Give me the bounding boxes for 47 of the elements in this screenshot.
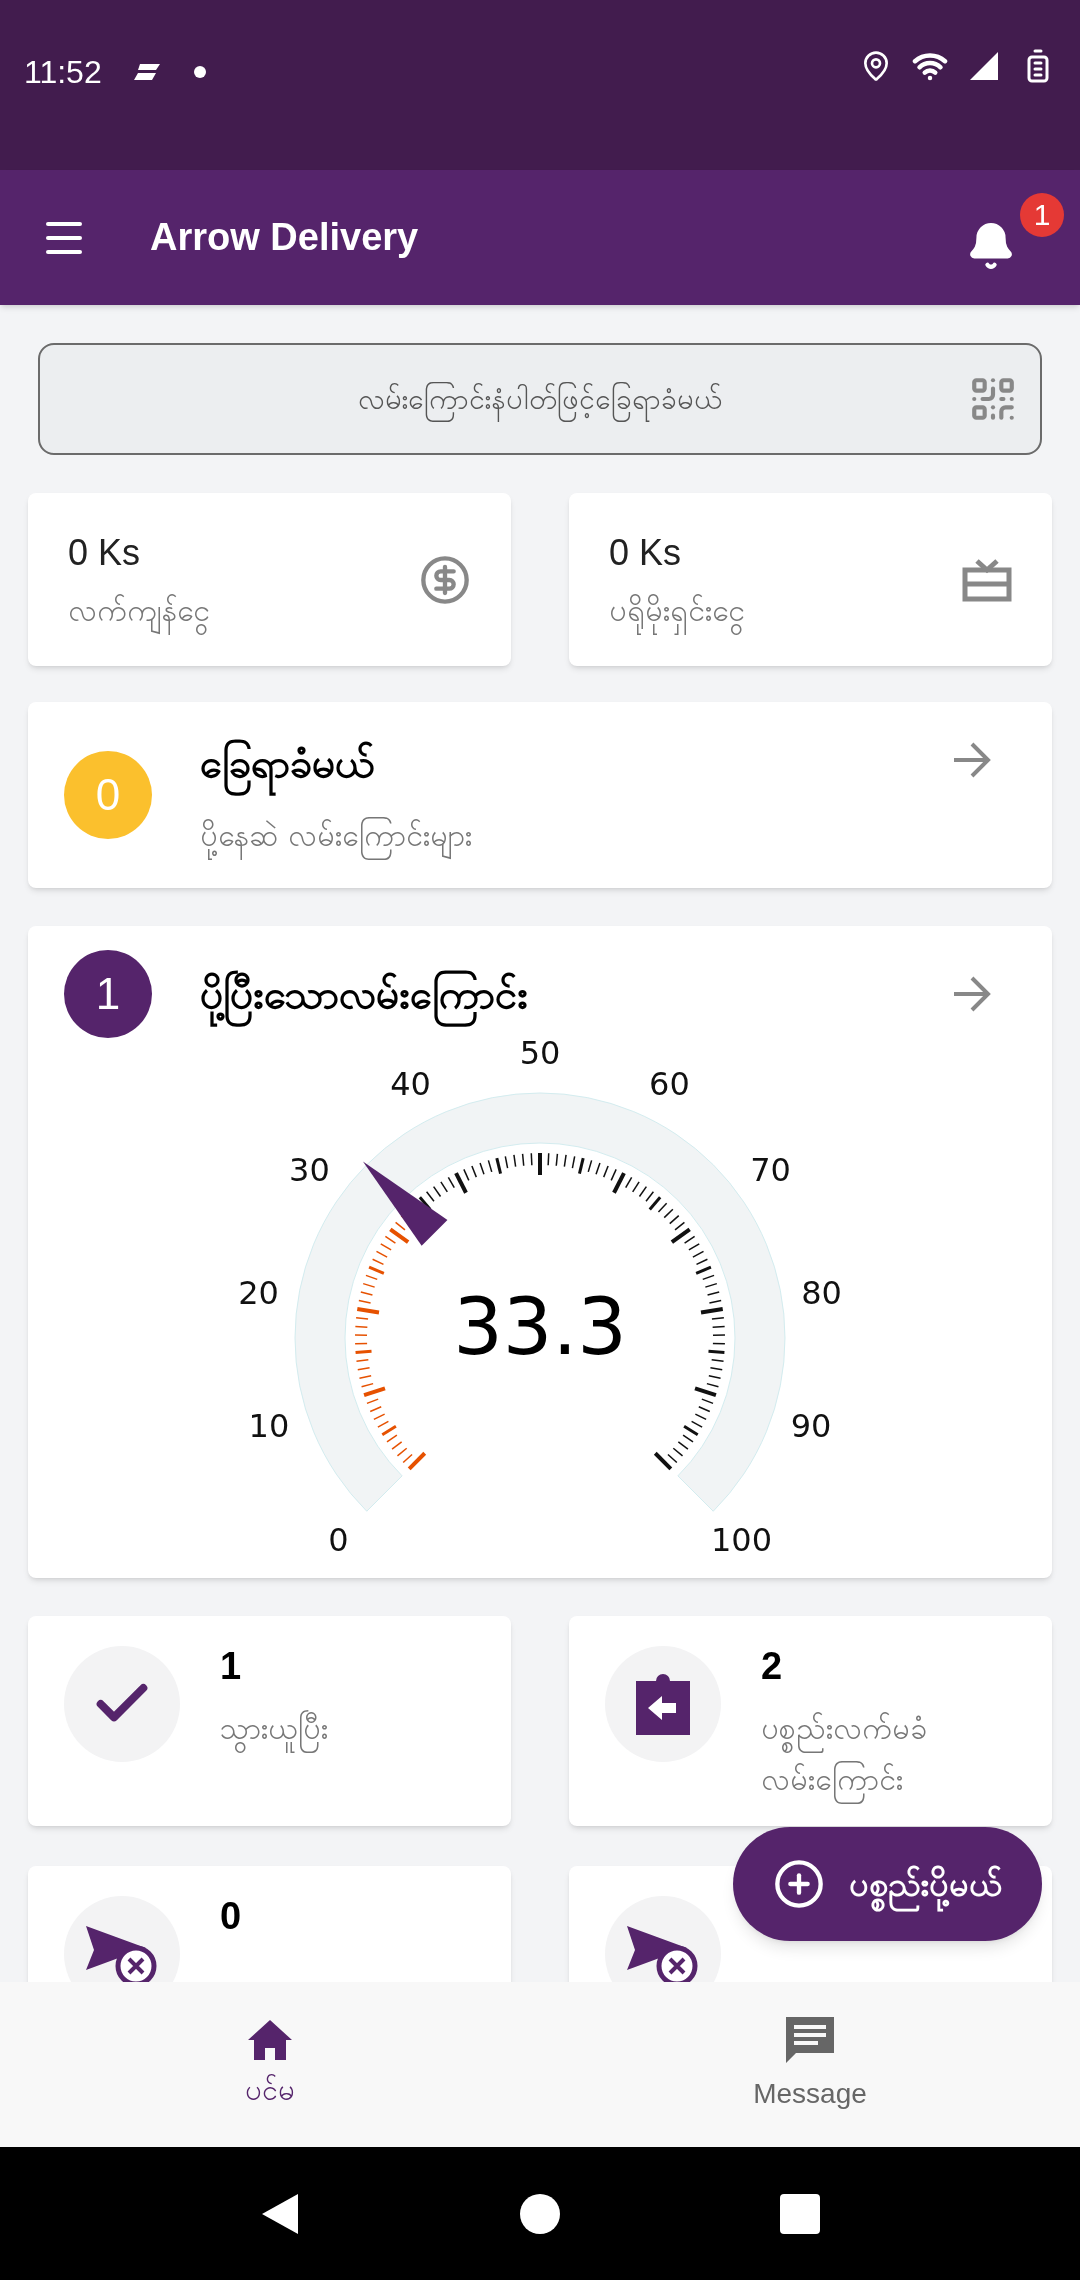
gauge-reading: 33.3: [453, 1288, 627, 1366]
arrow-right-icon[interactable]: [952, 742, 992, 778]
gauge-tick-label: 30: [289, 1151, 330, 1190]
gauge-tick-label: 100: [711, 1520, 773, 1558]
nav-tab[interactable]: ပင်မ: [0, 1982, 540, 2147]
gauge-tick-label: 70: [750, 1151, 791, 1190]
stat-label: သွားယူပြီး: [220, 1703, 480, 1754]
stat-count: 2: [761, 1644, 784, 1689]
tracking-card[interactable]: 0 ခြေရာခံမယ် ပို့နေဆဲ လမ်းကြောင်းများ: [28, 702, 1052, 888]
gauge-tick-label: 10: [248, 1407, 290, 1446]
dollar-icon: [419, 553, 471, 606]
balance-amount: 0 Ks: [68, 531, 142, 575]
app-notification-icon: [133, 62, 162, 82]
status-time: 11:52: [24, 53, 102, 92]
gauge-tick-label: 60: [649, 1065, 690, 1104]
gauge-tick-label: 80: [801, 1274, 842, 1313]
stat-card[interactable]: 0: [28, 1866, 511, 1982]
recents-icon[interactable]: [780, 2193, 821, 2234]
stat-card[interactable]: 2 ပစ္စည်းလက်မခံ လမ်းကြောင်း: [569, 1616, 1052, 1826]
stat-card[interactable]: 1 သွားယူပြီး: [28, 1616, 511, 1826]
count-badge: 0: [64, 751, 152, 839]
balance-label: လက်ကျန်ငွေ: [68, 588, 210, 633]
stat-count: 1: [220, 1644, 243, 1689]
notification-badge: 1: [1020, 192, 1064, 237]
arrow-right-icon[interactable]: [952, 976, 992, 1012]
gauge-tick-label: 50: [519, 1038, 561, 1072]
home-circle-icon[interactable]: [519, 2192, 561, 2235]
signal-icon: [968, 50, 1000, 82]
gauge-tick-label: 20: [238, 1274, 279, 1313]
plus-circle-icon: [773, 1858, 825, 1910]
delivered-card[interactable]: 1 ပို့ပြီးသောလမ်းကြောင်း 0 10 20 30 40 50 60 70 80 90 100 33.3: [28, 926, 1052, 1578]
home-icon: [246, 2017, 294, 2062]
card-subtitle: ပို့နေဆဲ လမ်းကြောင်းများ: [200, 812, 472, 858]
nav-tab[interactable]: Message: [540, 1982, 1080, 2147]
stat-label: ပစ္စည်းလက်မခံ လမ်းကြောင်း: [761, 1703, 1021, 1805]
count-badge: 1: [64, 950, 152, 1038]
send-parcel-button[interactable]: ပစ္စည်းပို့မယ်: [733, 1827, 1042, 1941]
stat-count: 0: [220, 1894, 242, 1939]
tracking-search-field[interactable]: လမ်းကြောင်းနံပါတ်ဖြင့်ခြေရာခံမယ်: [38, 343, 1042, 455]
clipboard-arrow-icon: [634, 1671, 692, 1737]
balance-label: ပရိုမိုးရှင်းငွေ: [609, 588, 745, 633]
app-title: Arrow Delivery: [150, 215, 419, 260]
gauge-tick-label: 0: [328, 1520, 349, 1558]
gauge-tick-label: 40: [390, 1065, 431, 1104]
gauge-tick-label: 90: [790, 1407, 832, 1446]
message-icon: [784, 2014, 836, 2065]
balance-amount: 0 Ks: [609, 531, 683, 575]
